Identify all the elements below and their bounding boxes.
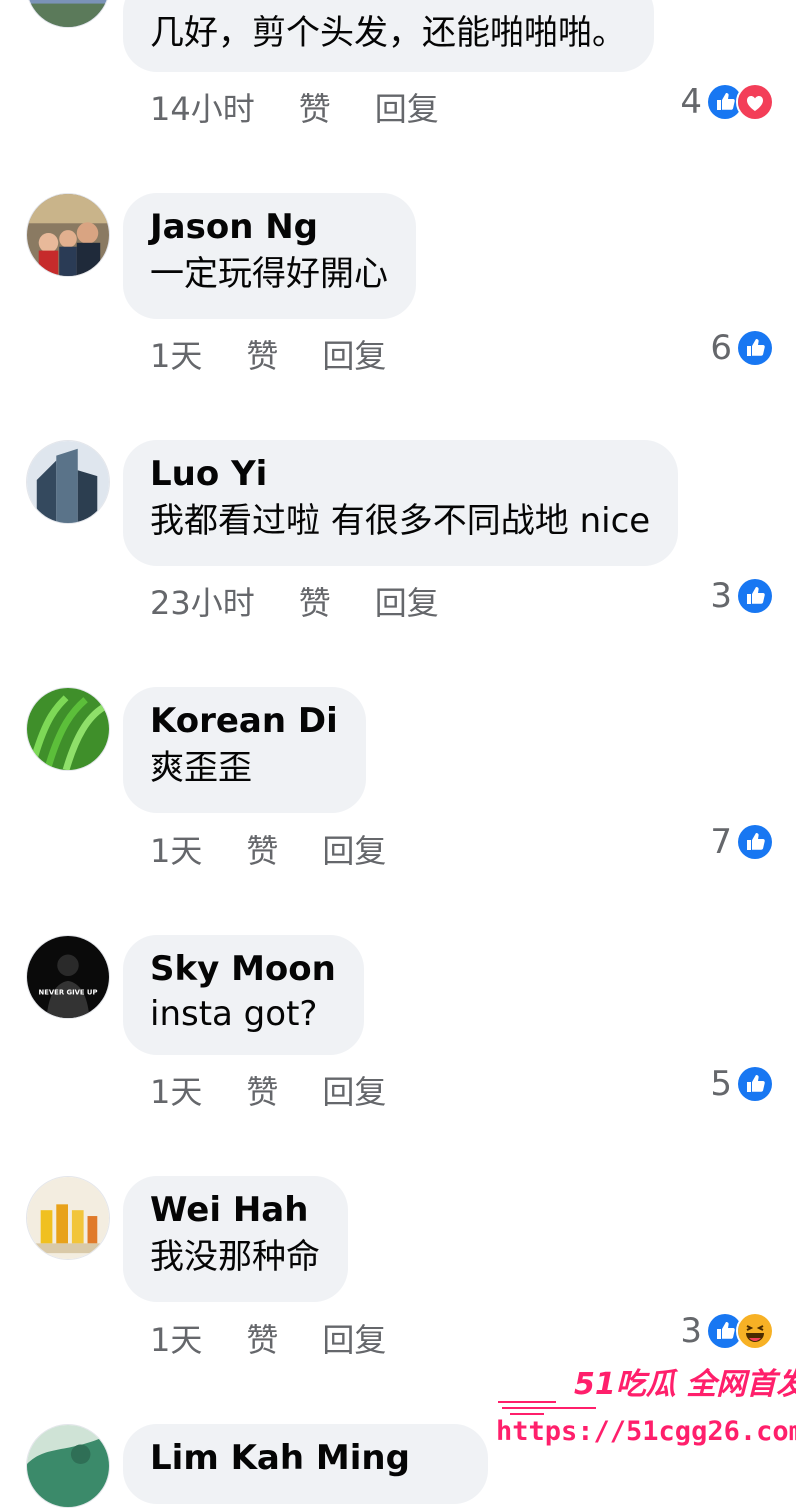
comment-bubble: Sky Moon insta got? bbox=[123, 935, 364, 1055]
comment-author[interactable]: Wei Hah bbox=[150, 1188, 320, 1232]
reply-button[interactable]: 回复 bbox=[322, 1320, 386, 1360]
reply-button[interactable]: 回复 bbox=[322, 831, 386, 871]
reaction-count: 7 bbox=[710, 822, 732, 862]
haha-icon bbox=[736, 1312, 774, 1350]
like-icon bbox=[736, 823, 774, 861]
reaction-count: 3 bbox=[710, 576, 732, 616]
comment-actions: 1天 赞 回复 bbox=[150, 831, 386, 871]
comment-time[interactable]: 1天 bbox=[150, 831, 202, 871]
comment-text: 爽歪歪 bbox=[150, 748, 252, 788]
reaction-summary[interactable]: 6 bbox=[710, 328, 774, 368]
comment-bubble: Luo Yi 我都看过啦 有很多不同战地 nice bbox=[123, 440, 679, 566]
comment-actions: 1天 赞 回复 bbox=[150, 336, 386, 376]
comment-time[interactable]: 23小时 bbox=[150, 583, 255, 623]
reaction-count: 4 bbox=[680, 82, 702, 122]
like-button[interactable]: 赞 bbox=[299, 583, 331, 623]
comment-text: insta got? bbox=[150, 994, 318, 1034]
comment-bubble: Lim Kah Ming bbox=[123, 1424, 488, 1504]
comment-actions: 1天 赞 回复 bbox=[150, 1320, 386, 1360]
comment-text: 我都看过啦 有很多不同战地 nice bbox=[150, 501, 651, 541]
reaction-summary[interactable]: 4 bbox=[680, 82, 774, 122]
watermark-url: https://51cgg26.com bbox=[496, 1416, 796, 1447]
comment-time[interactable]: 1天 bbox=[150, 1072, 202, 1112]
comment-bubble: 几好，剪个头发，还能啪啪啪。 bbox=[123, 0, 654, 72]
avatar-badge-text: NEVER GIVE UP bbox=[39, 989, 98, 997]
avatar[interactable] bbox=[26, 193, 110, 277]
like-button[interactable]: 赞 bbox=[246, 1072, 278, 1112]
avatar[interactable] bbox=[26, 687, 110, 771]
avatar[interactable] bbox=[26, 440, 110, 524]
reaction-count: 6 bbox=[710, 328, 732, 368]
like-button[interactable]: 赞 bbox=[246, 336, 278, 376]
like-icon bbox=[736, 577, 774, 615]
comment-actions: 1天 赞 回复 bbox=[150, 1072, 386, 1112]
reaction-summary[interactable]: 3 bbox=[680, 1311, 774, 1351]
comment-text: 我没那种命 bbox=[150, 1237, 320, 1277]
reply-button[interactable]: 回复 bbox=[375, 89, 439, 129]
reaction-count: 3 bbox=[680, 1311, 702, 1351]
comment-bubble: Wei Hah 我没那种命 bbox=[123, 1176, 348, 1302]
comment-actions: 23小时 赞 回复 bbox=[150, 583, 439, 623]
comment-text: 一定玩得好開心 bbox=[150, 254, 388, 294]
comment-author[interactable]: Korean Di bbox=[150, 699, 338, 743]
comment-author[interactable]: Sky Moon bbox=[150, 947, 336, 991]
watermark-logo bbox=[498, 1401, 596, 1415]
comment-actions: 14小时 赞 回复 bbox=[150, 89, 439, 129]
reply-button[interactable]: 回复 bbox=[322, 1072, 386, 1112]
comment-time[interactable]: 1天 bbox=[150, 1320, 202, 1360]
comment-time[interactable]: 14小时 bbox=[150, 89, 255, 129]
like-icon bbox=[736, 329, 774, 367]
like-button[interactable]: 赞 bbox=[246, 831, 278, 871]
like-button[interactable]: 赞 bbox=[246, 1320, 278, 1360]
reaction-summary[interactable]: 7 bbox=[710, 822, 774, 862]
watermark: 51吃瓜 全网首发 https://51cgg26.com bbox=[496, 1352, 800, 1452]
like-icon bbox=[736, 1065, 774, 1103]
comment-text: 几好，剪个头发，还能啪啪啪。 bbox=[150, 13, 626, 53]
comment-bubble: Korean Di 爽歪歪 bbox=[123, 687, 366, 813]
reaction-summary[interactable]: 5 bbox=[710, 1064, 774, 1104]
reply-button[interactable]: 回复 bbox=[322, 336, 386, 376]
reaction-count: 5 bbox=[710, 1064, 732, 1104]
love-icon bbox=[736, 83, 774, 121]
reaction-summary[interactable]: 3 bbox=[710, 576, 774, 616]
avatar[interactable] bbox=[26, 1424, 110, 1508]
watermark-brand: 51吃瓜 全网首发 bbox=[574, 1367, 796, 1402]
comment-bubble: Jason Ng 一定玩得好開心 bbox=[123, 193, 416, 319]
avatar[interactable]: NEVER GIVE UP bbox=[26, 935, 110, 1019]
comment-author[interactable]: Jason Ng bbox=[150, 205, 388, 249]
comment-author[interactable]: Lim Kah Ming bbox=[150, 1436, 460, 1480]
avatar[interactable] bbox=[26, 0, 110, 28]
avatar[interactable] bbox=[26, 1176, 110, 1260]
comment-time[interactable]: 1天 bbox=[150, 336, 202, 376]
like-button[interactable]: 赞 bbox=[299, 89, 331, 129]
reply-button[interactable]: 回复 bbox=[375, 583, 439, 623]
comment-author[interactable]: Luo Yi bbox=[150, 452, 650, 496]
